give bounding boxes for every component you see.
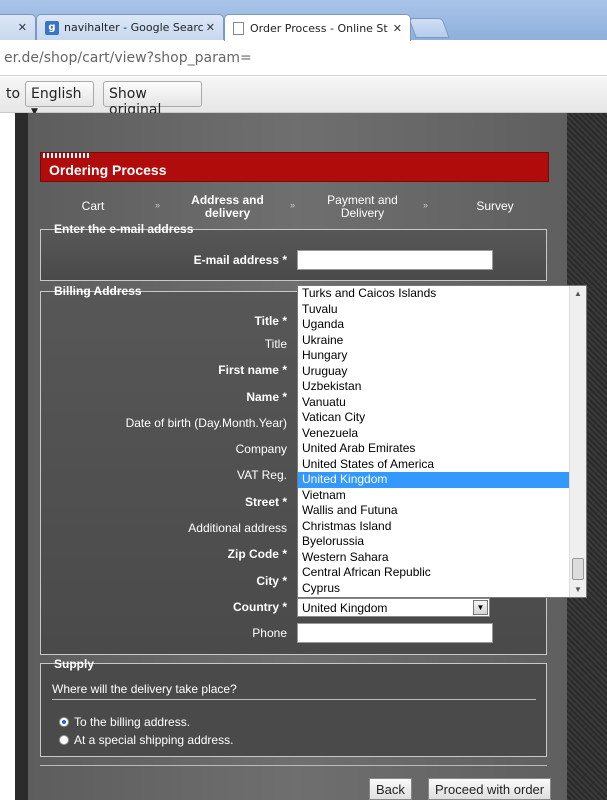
- country-option[interactable]: Byelorussia: [298, 534, 586, 550]
- translate-prefix: to: [6, 86, 21, 102]
- header-decoration: [43, 153, 91, 158]
- country-option[interactable]: Christmas Island: [298, 519, 586, 535]
- delivery-question: Where will the delivery take place?: [52, 682, 237, 696]
- ordering-header: Ordering Process: [40, 152, 549, 182]
- close-icon[interactable]: ✕: [206, 21, 215, 34]
- country-option[interactable]: Uzbekistan: [298, 379, 586, 395]
- country-option[interactable]: United States of America: [298, 457, 586, 473]
- tab-order-process[interactable]: Order Process - Online Store ✕: [224, 14, 411, 41]
- translate-bar: to English ▼ Show original: [0, 77, 607, 118]
- email-legend: Enter the e-mail address: [54, 222, 194, 236]
- radio-selected-icon[interactable]: [59, 717, 69, 727]
- country-option[interactable]: Ukraine: [298, 333, 586, 349]
- close-icon[interactable]: ✕: [18, 21, 27, 34]
- dropdown-scrollbar[interactable]: ▲ ▼: [569, 286, 586, 597]
- billing-legend: Billing Address: [54, 284, 142, 298]
- google-icon: g: [45, 20, 59, 35]
- country-option[interactable]: Vanuatu: [298, 395, 586, 411]
- country-value: United Kingdom: [302, 601, 388, 615]
- show-original-button[interactable]: Show original: [103, 81, 202, 118]
- country-option[interactable]: Vietnam: [298, 488, 586, 504]
- phone-label: Phone: [252, 626, 287, 640]
- tab-google-search[interactable]: g navihalter - Google Search ✕: [36, 14, 224, 40]
- phone-field[interactable]: [297, 623, 493, 643]
- country-option[interactable]: Turks and Caicos Islands: [298, 286, 586, 302]
- scroll-down-icon[interactable]: ▼: [574, 585, 582, 594]
- checkout-steps: Cart » Address and delivery » Payment an…: [40, 192, 549, 222]
- email-field[interactable]: [297, 250, 493, 270]
- country-option[interactable]: Hungary: [298, 348, 586, 364]
- new-tab-button[interactable]: [408, 18, 450, 38]
- radio-label: To the billing address.: [74, 715, 191, 729]
- city-label: City *: [256, 574, 287, 588]
- tab-label: navihalter - Google Search: [64, 21, 204, 34]
- scrollbar-thumb[interactable]: [572, 558, 584, 580]
- country-option[interactable]: Uruguay: [298, 364, 586, 380]
- country-option[interactable]: Tuvalu: [298, 302, 586, 318]
- browser-tab-strip: ✕ g navihalter - Google Search ✕ Order P…: [0, 0, 607, 41]
- street-label: Street *: [244, 495, 287, 509]
- country-option[interactable]: Central African Republic: [298, 565, 586, 581]
- close-icon[interactable]: ✕: [393, 22, 402, 35]
- zip-label: Zip Code *: [227, 547, 287, 561]
- radio-label: At a special shipping address.: [74, 733, 234, 747]
- country-option[interactable]: Uganda: [298, 317, 586, 333]
- page-title: Ordering Process: [49, 162, 167, 178]
- email-label: E-mail address *: [193, 253, 287, 267]
- country-option[interactable]: Cyprus: [298, 581, 586, 597]
- country-option[interactable]: Venezuela: [298, 426, 586, 442]
- vat-label: VAT Reg.: [236, 468, 287, 482]
- dob-label: Date of birth (Day.Month.Year): [125, 416, 287, 430]
- radio-shipping-address[interactable]: At a special shipping address.: [59, 733, 233, 747]
- divider: [40, 765, 547, 766]
- url-text: er.de/shop/cart/view?shop_param=: [4, 50, 252, 66]
- address-bar[interactable]: er.de/shop/cart/view?shop_param=: [0, 40, 607, 76]
- divider: [52, 699, 536, 700]
- step-payment: Payment and Delivery: [327, 193, 398, 220]
- language-dropdown[interactable]: English ▼: [25, 81, 94, 117]
- supply-section: Supply Where will the delivery take plac…: [40, 657, 547, 757]
- country-option[interactable]: United Arab Emirates: [298, 441, 586, 457]
- company-label: Company: [235, 442, 287, 456]
- step-arrow-icon: »: [290, 200, 296, 210]
- step-address: Address and delivery: [191, 193, 264, 220]
- back-button[interactable]: Back: [369, 778, 412, 800]
- country-option[interactable]: Western Sahara: [298, 550, 586, 566]
- proceed-button[interactable]: Proceed with order: [428, 778, 552, 800]
- first-name-label: First name *: [218, 363, 287, 377]
- title-required-label: Title *: [254, 314, 287, 328]
- scroll-up-icon[interactable]: ▲: [574, 289, 582, 298]
- step-arrow-icon: »: [155, 200, 161, 210]
- step-survey: Survey: [476, 199, 514, 213]
- country-option[interactable]: Vatican City: [298, 410, 586, 426]
- radio-unselected-icon[interactable]: [59, 735, 69, 745]
- country-dropdown-list[interactable]: Turks and Caicos Islands Tuvalu Uganda U…: [297, 285, 587, 598]
- additional-address-label: Additional address: [188, 521, 287, 535]
- country-label: Country *: [233, 600, 287, 614]
- country-option[interactable]: Wallis and Futuna: [298, 503, 586, 519]
- tab-label: Order Process - Online Store: [250, 21, 388, 35]
- left-border: [15, 113, 28, 800]
- step-arrow-icon: »: [423, 200, 429, 210]
- language-label: English: [31, 86, 82, 102]
- supply-legend: Supply: [54, 657, 95, 671]
- name-label: Name *: [246, 390, 287, 404]
- title-label: Title: [264, 337, 287, 351]
- tab-previous[interactable]: ✕: [0, 14, 36, 40]
- page-icon: [233, 21, 244, 35]
- country-option-selected[interactable]: United Kingdom: [298, 472, 586, 488]
- radio-billing-address[interactable]: To the billing address.: [59, 715, 190, 729]
- country-select[interactable]: United Kingdom ▼: [297, 598, 490, 617]
- step-cart[interactable]: Cart: [68, 200, 118, 213]
- dropdown-arrow-icon[interactable]: ▼: [473, 600, 488, 615]
